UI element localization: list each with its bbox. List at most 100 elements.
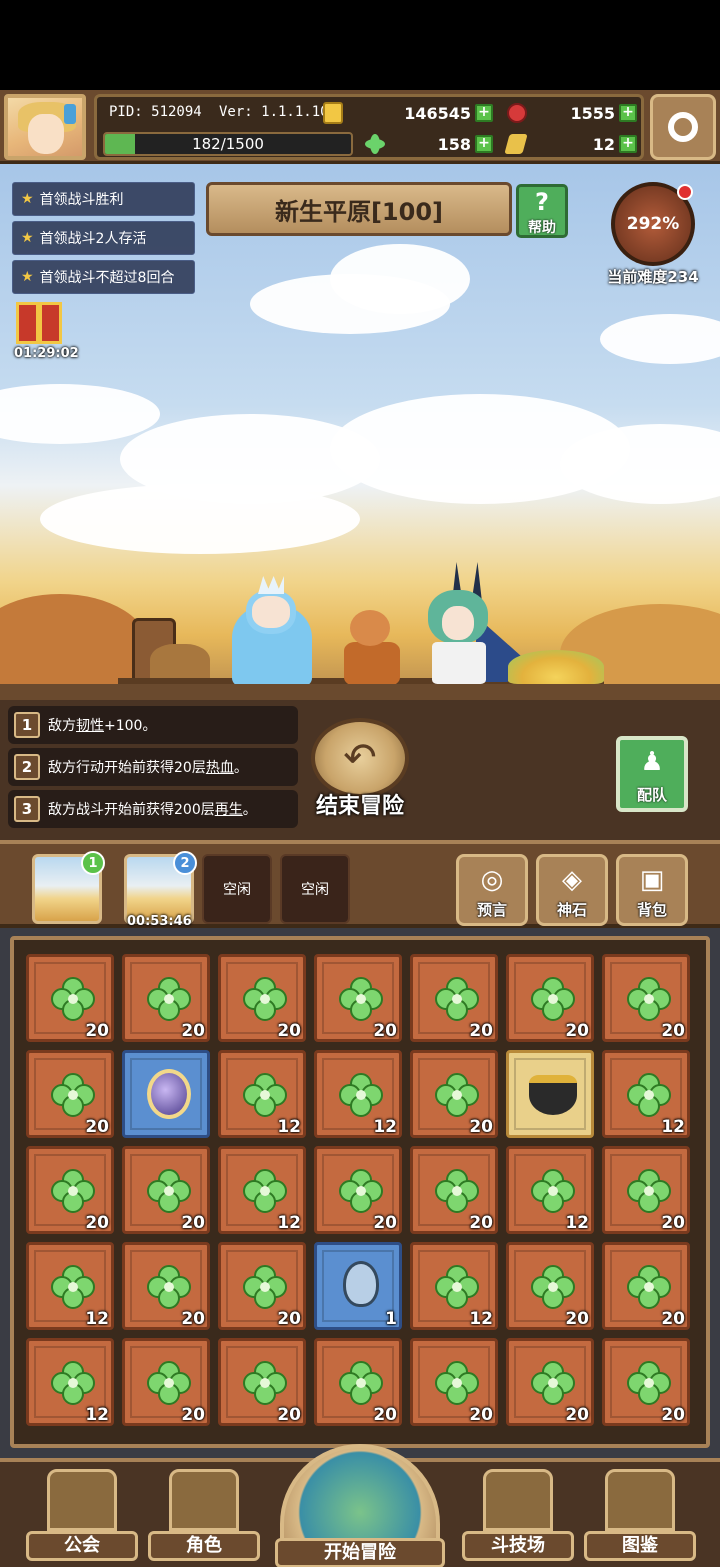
inventory-slot[interactable]: 12 [26, 1338, 114, 1426]
red-gem-resource: 1555 + [507, 100, 637, 126]
player-header: PID: 512094 Ver: 1.1.1.10 146545 + 1555 … [0, 90, 720, 164]
inventory-slot[interactable]: 20 [122, 1242, 210, 1330]
quest-list: ★ 首领战斗胜利 ★ 首领战斗2人存活 ★ 首领战斗不超过8回合 [12, 182, 195, 299]
inventory-slot[interactable]: 12 [602, 1050, 690, 1138]
inventory-slot[interactable]: 20 [410, 1050, 498, 1138]
add-key-button[interactable]: + [619, 135, 637, 153]
inventory-slot[interactable]: 20 [602, 1338, 690, 1426]
inventory-slot[interactable] [506, 1050, 594, 1138]
inventory-slot[interactable]: 12 [218, 1146, 306, 1234]
inventory-slot[interactable]: 20 [218, 1338, 306, 1426]
quest-item[interactable]: ★ 首领战斗不超过8回合 [12, 260, 195, 294]
ground [0, 684, 720, 700]
settings-button[interactable] [650, 94, 716, 160]
add-gem-button[interactable]: + [619, 104, 637, 122]
game-version: Ver: 1.1.1.10 [219, 104, 329, 120]
inventory-slot[interactable]: 20 [26, 1146, 114, 1234]
help-button[interactable]: ? 帮助 [516, 184, 568, 238]
clover-resource: 158 + [365, 131, 493, 157]
buff-item[interactable]: 3 敌方战斗开始前获得200层 再生。 [8, 790, 298, 828]
inventory-slot[interactable]: 20 [122, 1146, 210, 1234]
item-count: 20 [277, 1309, 301, 1329]
item-count: 12 [373, 1117, 397, 1137]
add-clover-button[interactable]: + [475, 135, 493, 153]
inventory-slot[interactable]: 20 [122, 954, 210, 1042]
item-count: 20 [85, 1021, 109, 1041]
inventory-grid: 20 20 20 20 20 20 20 20 12 12 20 12 20 20 12 20 20 12 20 12… [10, 936, 710, 1448]
inventory-slot[interactable]: 12 [314, 1050, 402, 1138]
expedition-slot[interactable]: 1 [32, 851, 105, 924]
nav-guild[interactable]: 公会 [26, 1469, 138, 1561]
god-stone-button[interactable]: ◈ 神石 [536, 854, 608, 926]
item-count: 20 [181, 1021, 205, 1041]
four-leaf-clover-icon [339, 1361, 383, 1405]
item-count: 20 [661, 1213, 685, 1233]
add-gold-button[interactable]: + [475, 104, 493, 122]
item-count: 20 [565, 1021, 589, 1041]
prophecy-button[interactable]: ◎ 预言 [456, 854, 528, 926]
difficulty-dial: 292% [611, 182, 695, 266]
nav-character[interactable]: 角色 [148, 1469, 260, 1561]
inventory-slot[interactable]: 20 [602, 954, 690, 1042]
four-leaf-clover-icon [243, 1073, 287, 1117]
nav-arena[interactable]: 斗技场 [462, 1469, 574, 1561]
magnifier-map-icon [280, 1444, 440, 1544]
inventory-slot[interactable]: 20 [602, 1242, 690, 1330]
inventory-slot[interactable]: 12 [506, 1146, 594, 1234]
team-button[interactable]: ♟ 配队 [616, 736, 688, 812]
inventory-slot[interactable]: 20 [506, 1338, 594, 1426]
inventory-slot[interactable]: 20 [410, 954, 498, 1042]
inventory-slot[interactable]: 12 [26, 1242, 114, 1330]
inventory-slot[interactable]: 20 [314, 1146, 402, 1234]
four-leaf-clover-icon [339, 1073, 383, 1117]
difficulty-indicator[interactable]: 292% 当前难度234 [598, 182, 708, 292]
inventory-slot[interactable]: 1 [314, 1242, 402, 1330]
inventory-slot[interactable]: 20 [314, 1338, 402, 1426]
idle-slot[interactable]: 空闲 [202, 854, 272, 924]
hero-bear[interactable] [340, 610, 404, 686]
four-leaf-clover-icon [435, 1169, 479, 1213]
four-leaf-clover-icon [627, 1265, 671, 1309]
end-adventure-button[interactable]: ↶ 结束冒险 [304, 718, 416, 824]
idle-slot[interactable]: 空闲 [280, 854, 350, 924]
inventory-slot[interactable]: 20 [506, 1242, 594, 1330]
inventory-slot[interactable]: 20 [410, 1146, 498, 1234]
four-leaf-clover-icon [435, 1265, 479, 1309]
quest-item[interactable]: ★ 首领战斗胜利 [12, 182, 195, 216]
nav-start-adventure[interactable]: 开始冒险 [270, 1444, 450, 1567]
inventory-slot[interactable]: 20 [506, 954, 594, 1042]
player-avatar[interactable] [4, 94, 86, 160]
inventory-slot[interactable] [122, 1050, 210, 1138]
item-count: 1 [385, 1309, 397, 1329]
buff-item[interactable]: 1 敌方 韧性 +100。 [8, 706, 298, 744]
cloud [0, 384, 160, 444]
star-icon: ★ [21, 269, 34, 285]
buff-item[interactable]: 2 敌方行动开始前获得20层 热血。 [8, 748, 298, 786]
nav-codex[interactable]: 图鉴 [584, 1469, 696, 1561]
inventory-slot[interactable]: 20 [602, 1146, 690, 1234]
inventory-slot[interactable]: 20 [122, 1338, 210, 1426]
enemy-buff-panel: 1 敌方 韧性 +100。 2 敌方行动开始前获得20层 热血。 3 敌方战斗开始前获… [0, 700, 720, 840]
inventory-slot[interactable]: 20 [218, 954, 306, 1042]
crossed-swords-icon [483, 1469, 553, 1531]
inventory-slot[interactable]: 20 [26, 954, 114, 1042]
item-count: 20 [277, 1021, 301, 1041]
item-count: 12 [85, 1309, 109, 1329]
expedition-slot[interactable]: 2 00:53:46 [124, 851, 197, 929]
inventory-slot[interactable]: 12 [410, 1242, 498, 1330]
key-icon [504, 134, 528, 154]
four-leaf-clover-icon [435, 1073, 479, 1117]
backpack-button[interactable]: ▣ 背包 [616, 854, 688, 926]
item-count: 20 [181, 1405, 205, 1425]
hero-ice-princess[interactable] [222, 576, 322, 686]
inventory-slot[interactable]: 12 [218, 1050, 306, 1138]
gear-icon [668, 112, 698, 142]
end-adventure-label: 结束冒险 [315, 794, 404, 819]
item-count: 12 [85, 1405, 109, 1425]
gift-box-button[interactable]: 01:29:02 [14, 302, 79, 362]
inventory-slot[interactable]: 20 [218, 1242, 306, 1330]
inventory-slot[interactable]: 20 [314, 954, 402, 1042]
inventory-slot[interactable]: 20 [26, 1050, 114, 1138]
quest-item[interactable]: ★ 首领战斗2人存活 [12, 221, 195, 255]
inventory-slot[interactable]: 20 [410, 1338, 498, 1426]
